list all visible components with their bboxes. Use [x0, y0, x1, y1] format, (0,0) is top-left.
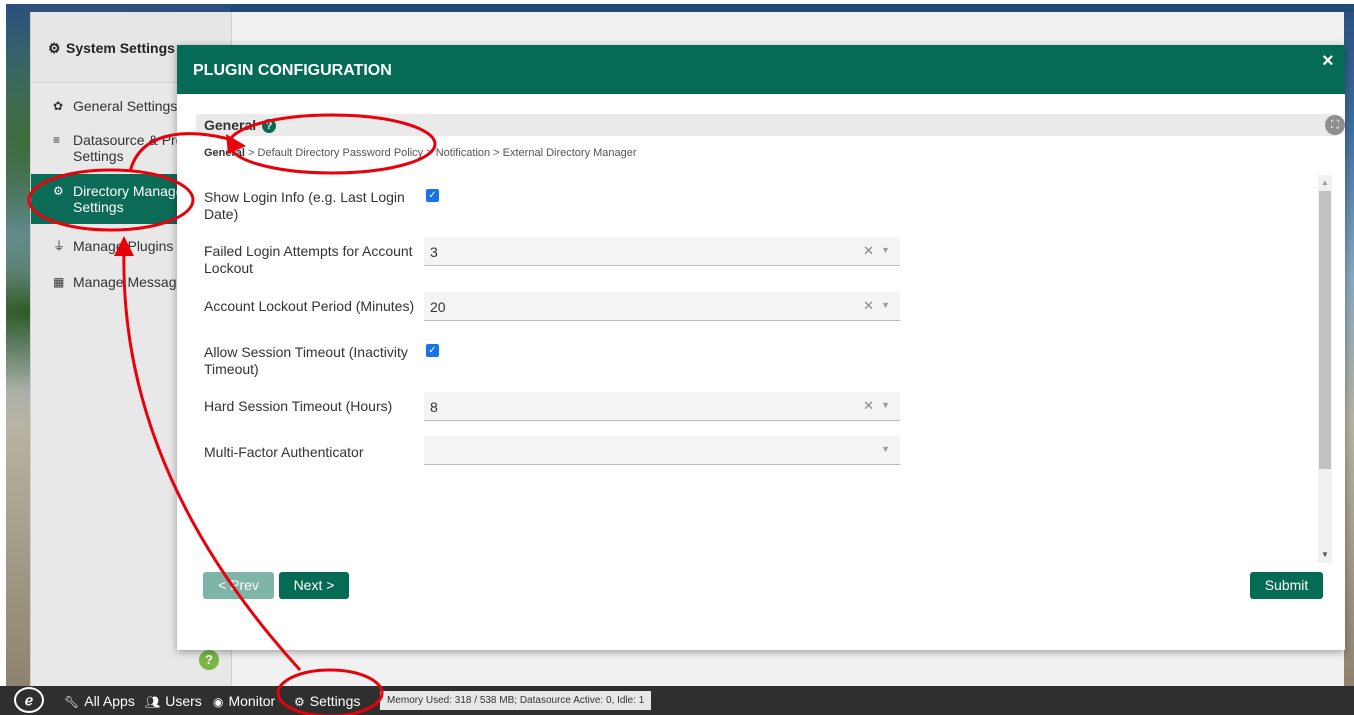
chevron-down-icon[interactable]: ▼: [881, 444, 890, 454]
taskbar-monitor[interactable]: ◉ Monitor: [213, 693, 275, 709]
expand-icon[interactable]: ⛶: [1325, 115, 1345, 135]
help-icon[interactable]: ?: [199, 650, 219, 670]
gears-icon: ⚙: [48, 40, 61, 56]
breadcrumb-current[interactable]: General: [204, 147, 245, 159]
plug-icon: ⏚: [53, 239, 66, 253]
wrench-icon: 🔧︎: [64, 695, 80, 709]
field-label: Allow Session Timeout (Inactivity Timeou…: [204, 344, 408, 377]
section-header: General ? ⛶: [196, 114, 1345, 136]
gear-icon: ✿: [53, 99, 64, 113]
top-band: [230, 4, 1354, 12]
field-label: Failed Login Attempts for Account Lockou…: [204, 243, 413, 276]
taskbar-settings[interactable]: ⚙ Settings: [294, 693, 360, 709]
users-icon: 👥︎: [145, 695, 161, 709]
clear-icon[interactable]: ✕: [863, 298, 874, 314]
show-login-info-checkbox[interactable]: ✓: [426, 189, 439, 202]
field-label: Show Login Info (e.g. Last Login Date): [204, 189, 405, 222]
plugin-configuration-dialog: PLUGIN CONFIGURATION × General ? ⛶ Gener…: [177, 45, 1345, 650]
hard-session-timeout-select[interactable]: 8 ✕ ▼: [424, 392, 900, 421]
taskbar: ℯ 🔧︎ All Apps 👥︎ Users ◉ Monitor ⚙ Settings …: [0, 686, 1354, 715]
taskbar-users[interactable]: 👥︎ Users: [145, 693, 202, 709]
chevron-down-icon[interactable]: ▼: [881, 245, 890, 255]
dashboard-icon: ◉: [213, 695, 224, 709]
multi-factor-authenticator-select[interactable]: ▼: [424, 436, 900, 465]
taskbar-all-apps[interactable]: 🔧︎ All Apps: [64, 693, 135, 709]
users-gear-icon: ⚙: [53, 184, 64, 198]
chevron-down-icon[interactable]: ▼: [881, 300, 890, 310]
clear-icon[interactable]: ✕: [863, 243, 874, 259]
status-bar: Memory Used: 318 / 538 MB; Datasource Ac…: [380, 691, 651, 710]
prev-button[interactable]: < Prev: [203, 572, 274, 599]
section-title: General ?: [204, 117, 277, 133]
sidebar-title: ⚙ System Settings: [48, 40, 175, 56]
scroll-up-icon[interactable]: ▲: [1321, 178, 1329, 187]
dialog-header: PLUGIN CONFIGURATION ×: [177, 45, 1345, 94]
account-lockout-period-select[interactable]: 20 ✕ ▼: [424, 292, 900, 321]
breadcrumb-trail[interactable]: > Default Directory Password Policy > No…: [248, 147, 637, 159]
chevron-down-icon[interactable]: ▼: [881, 400, 890, 410]
field-label: Multi-Factor Authenticator: [204, 444, 364, 460]
help-icon[interactable]: ?: [262, 119, 277, 133]
scroll-down-icon[interactable]: ▼: [1321, 550, 1329, 559]
close-icon[interactable]: ×: [1322, 50, 1334, 73]
database-icon: ≡: [53, 133, 61, 147]
clear-icon[interactable]: ✕: [863, 398, 874, 414]
dialog-title: PLUGIN CONFIGURATION: [193, 62, 392, 79]
field-label: Hard Session Timeout (Hours): [204, 398, 393, 414]
language-icon: ▦: [53, 275, 65, 289]
gears-icon: ⚙: [294, 695, 305, 709]
scrollbar[interactable]: ▲ ▼: [1318, 175, 1332, 563]
allow-session-timeout-checkbox[interactable]: ✓: [426, 344, 439, 357]
app-logo-icon[interactable]: ℯ: [14, 687, 44, 713]
submit-button[interactable]: Submit: [1250, 572, 1323, 599]
next-button[interactable]: Next >: [279, 572, 349, 599]
failed-login-attempts-select[interactable]: 3 ✕ ▼: [424, 237, 900, 266]
breadcrumb: General > Default Directory Password Pol…: [204, 147, 637, 159]
field-label: Account Lockout Period (Minutes): [204, 298, 415, 314]
scroll-thumb[interactable]: [1319, 191, 1331, 469]
